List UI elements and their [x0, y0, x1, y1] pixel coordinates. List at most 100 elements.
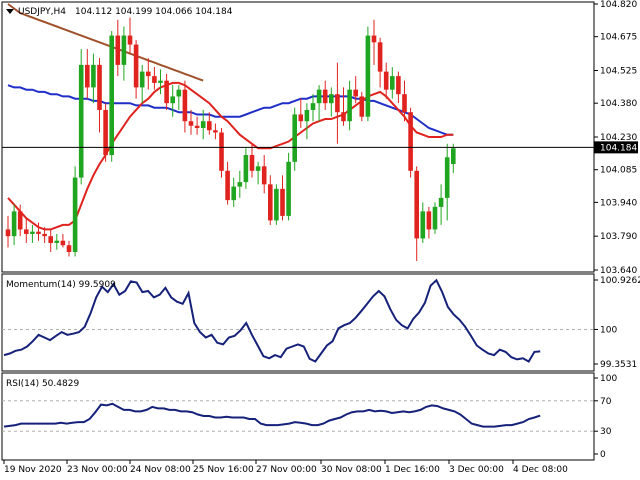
ohlc-header: 104.112 104.199 104.066 104.184: [75, 7, 233, 17]
momentum-tick-label: 100: [600, 325, 617, 335]
candle-body: [280, 188, 285, 216]
rsi-tick-label: 70: [600, 397, 612, 407]
candle-body: [97, 64, 102, 110]
candle-body: [219, 132, 224, 171]
candle: [103, 103, 108, 162]
candle-body: [274, 188, 279, 221]
candle: [219, 127, 224, 178]
candle-body: [444, 157, 450, 198]
candle-body: [115, 35, 121, 65]
candle-body: [420, 211, 426, 239]
candle-body: [60, 240, 66, 246]
candle-body: [139, 71, 145, 88]
momentum-tick-label: 99.3531: [600, 360, 637, 370]
candle-body: [347, 89, 352, 122]
candle-body: [103, 109, 108, 156]
usdjpy-chart: 104.820104.675104.525104.380104.230104.0…: [0, 0, 640, 480]
candle-body: [371, 35, 377, 43]
candle-body: [341, 112, 346, 122]
candle-body: [78, 64, 84, 178]
candle-body: [194, 125, 200, 128]
candle-body: [249, 155, 255, 171]
candle-body: [36, 231, 41, 234]
candle-body: [42, 233, 47, 237]
candle-body: [213, 130, 218, 133]
candle-body: [451, 148, 456, 165]
candle-body: [188, 121, 194, 126]
candle-body: [261, 166, 267, 185]
price-tick-label: 104.820: [600, 0, 637, 10]
candle-body: [182, 89, 188, 122]
candle-body: [127, 35, 133, 45]
candle-body: [176, 89, 182, 97]
candle-body: [11, 211, 17, 237]
candle: [286, 152, 291, 221]
time-tick-label: 30 Nov 08:00: [321, 465, 382, 475]
candle-body: [91, 64, 96, 88]
price-tick-label: 103.790: [600, 232, 637, 242]
candle-body: [298, 114, 304, 122]
candle-body: [310, 103, 316, 110]
chart-header: USDJPY,H4 104.112 104.199 104.066 104.18…: [6, 7, 233, 17]
chart-background: [0, 0, 640, 480]
price-axis: 104.820104.675104.525104.380104.230104.0…: [594, 0, 637, 276]
candle-body: [377, 42, 383, 72]
candle-body: [316, 89, 322, 104]
candle-body: [85, 64, 90, 88]
candle-body: [268, 184, 273, 221]
candle-body: [231, 186, 236, 201]
momentum-tick-label: 100.9262: [600, 276, 640, 286]
candle-body: [164, 80, 169, 104]
candle-body: [408, 112, 413, 171]
candle-body: [292, 114, 297, 162]
candle-body: [225, 170, 230, 201]
price-tick-label: 103.640: [600, 266, 637, 276]
rsi-tick-label: 30: [600, 427, 612, 437]
candle-body: [304, 109, 310, 122]
candle: [432, 202, 438, 234]
candle-body: [365, 35, 371, 117]
candle: [78, 49, 84, 185]
rsi-tick-label: 100: [600, 374, 617, 384]
last-price-label: 104.184: [600, 143, 637, 153]
time-tick-label: 4 Dec 08:00: [513, 465, 568, 475]
candle-body: [54, 240, 60, 243]
price-tick-label: 104.380: [600, 99, 637, 109]
time-tick-label: 3 Dec 00:00: [449, 465, 504, 475]
price-tick-label: 104.085: [600, 166, 637, 176]
symbol-header: USDJPY,H4: [18, 7, 66, 17]
time-tick-label: 1 Dec 16:00: [385, 465, 440, 475]
rsi-tick-label: 0: [600, 450, 606, 460]
candle-body: [24, 229, 29, 234]
candle-body: [48, 236, 53, 243]
candle-body: [109, 35, 114, 156]
candle-body: [438, 197, 444, 207]
candle-body: [5, 229, 11, 237]
candle: [109, 31, 114, 162]
candle-body: [243, 155, 249, 183]
candle-body: [426, 211, 432, 230]
candle-body: [396, 76, 401, 95]
candle-body: [152, 76, 157, 83]
price-tick-label: 104.675: [600, 33, 637, 43]
candle-body: [146, 71, 151, 77]
candle-body: [200, 121, 206, 128]
candle-body: [286, 161, 291, 216]
time-tick-label: 25 Nov 16:00: [193, 465, 254, 475]
candle-body: [30, 231, 35, 234]
candle-body: [170, 96, 175, 104]
candle: [72, 166, 78, 257]
time-tick-label: 23 Nov 00:00: [67, 465, 128, 475]
candle: [292, 107, 297, 171]
candle-body: [402, 94, 407, 113]
time-tick-label: 27 Nov 00:00: [256, 465, 317, 475]
momentum-label: Momentum(14) 99.5909: [6, 280, 116, 290]
candle-body: [390, 76, 395, 90]
candle-body: [158, 80, 163, 83]
candle-body: [72, 177, 78, 252]
time-tick-label: 19 Nov 2020: [4, 465, 62, 475]
candle-body: [66, 245, 72, 252]
candle-body: [335, 94, 340, 113]
time-tick-label: 24 Nov 08:00: [130, 465, 191, 475]
candle-body: [207, 121, 212, 131]
